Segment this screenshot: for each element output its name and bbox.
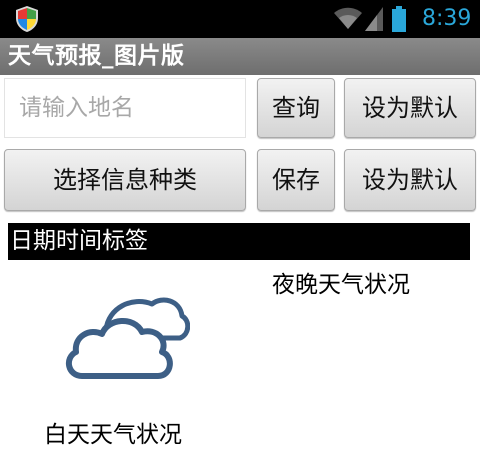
clock: 8:39: [422, 6, 472, 31]
save-button-label: 保存: [272, 166, 320, 194]
app-title: 天气预报_图片版: [8, 43, 185, 69]
city-name-input[interactable]: [4, 78, 246, 138]
shield-icon: [16, 6, 38, 32]
set-default-button[interactable]: 设为默认: [344, 78, 476, 138]
wifi-icon: [334, 7, 362, 29]
date-time-label-bar: 日期时间标签: [8, 223, 470, 260]
select-info-type-label: 选择信息种类: [53, 166, 197, 194]
query-button[interactable]: 查询: [257, 78, 335, 138]
day-weather-label: 白天天气状况: [44, 422, 182, 448]
signal-icon: [365, 7, 383, 31]
set-default-button-2[interactable]: 设为默认: [344, 149, 476, 211]
night-weather-label: 夜晚天气状况: [272, 272, 410, 298]
status-bar: 8:39: [0, 0, 480, 38]
save-button[interactable]: 保存: [257, 149, 335, 211]
cloudy-icon: [65, 297, 190, 379]
select-info-type-button[interactable]: 选择信息种类: [4, 149, 246, 211]
set-default-button-label: 设为默认: [362, 94, 458, 122]
set-default-button-2-label: 设为默认: [362, 166, 458, 194]
battery-icon: [392, 6, 406, 32]
query-button-label: 查询: [272, 94, 320, 122]
app-title-bar: 天气预报_图片版: [0, 38, 480, 75]
date-time-label: 日期时间标签: [10, 228, 148, 254]
